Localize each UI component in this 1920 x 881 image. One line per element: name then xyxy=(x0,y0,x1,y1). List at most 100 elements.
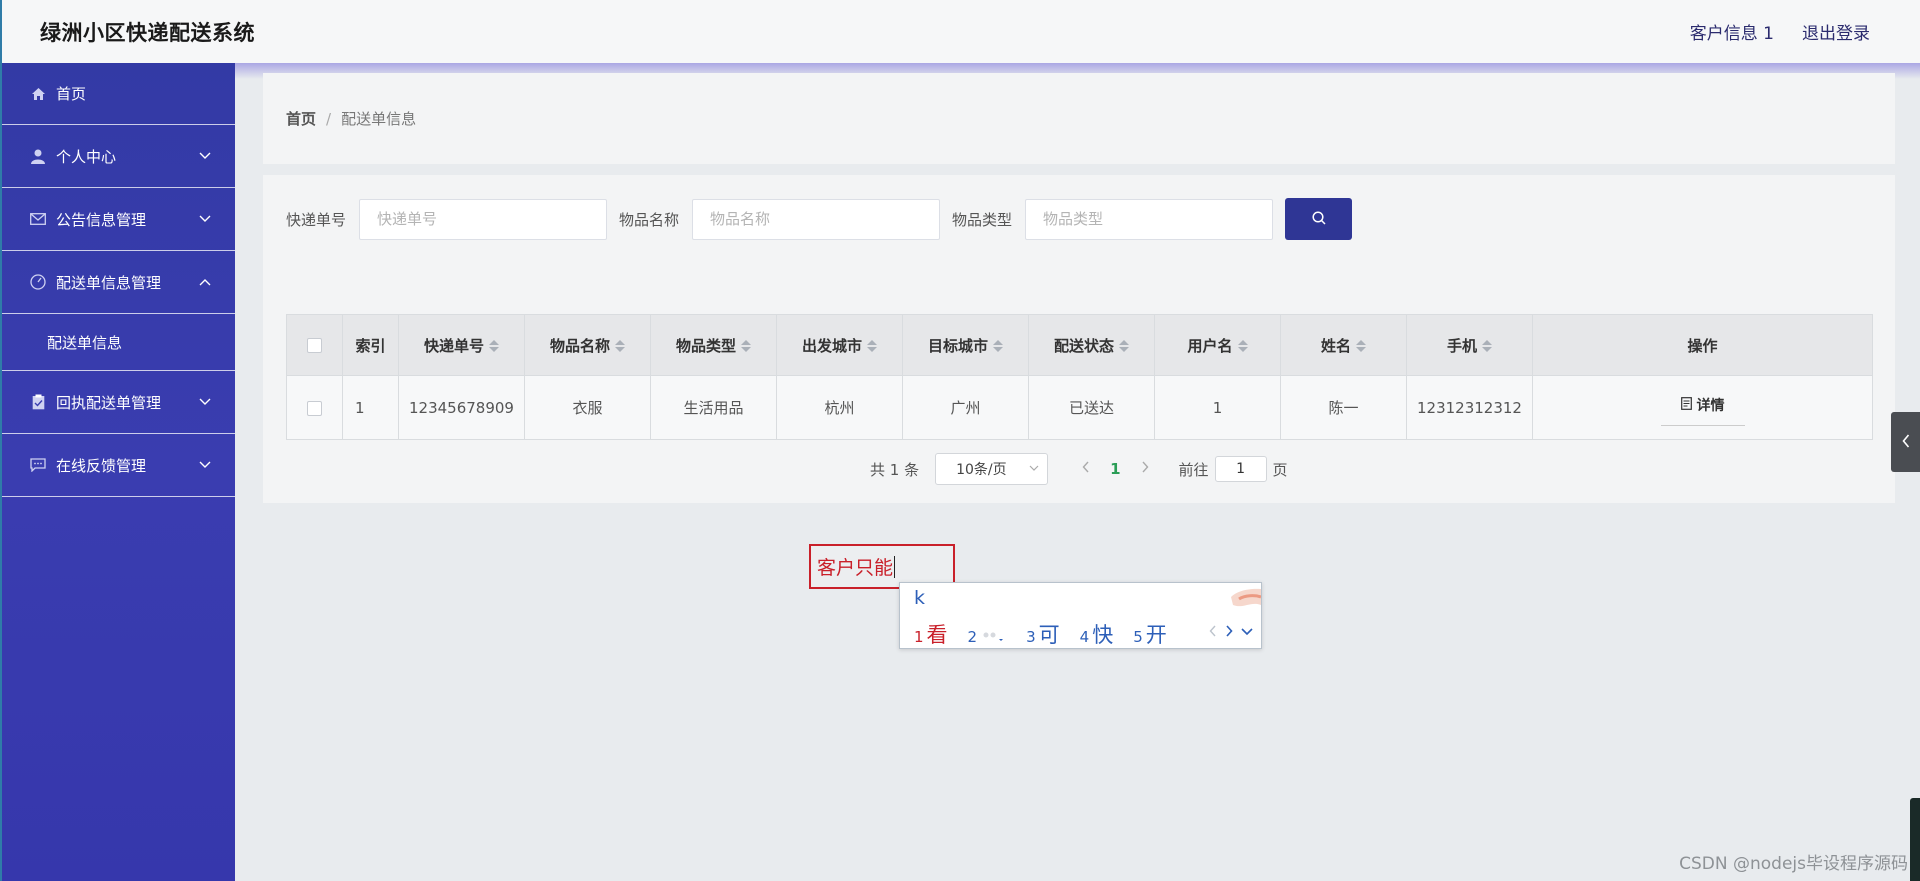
chevron-left-icon xyxy=(1901,433,1910,452)
breadcrumb-separator: / xyxy=(326,109,332,128)
select-all-checkbox[interactable] xyxy=(307,338,322,353)
ime-prev-icon[interactable] xyxy=(1209,623,1217,641)
sort-icon xyxy=(993,340,1003,352)
sort-icon xyxy=(489,340,499,352)
column-header-item-type[interactable]: 物品类型 xyxy=(650,314,777,376)
ime-expand-icon[interactable] xyxy=(1241,623,1253,641)
ime-candidate[interactable]: 1看 xyxy=(914,619,948,649)
search-button[interactable] xyxy=(1285,198,1353,240)
breadcrumb: 首页 / 配送单信息 xyxy=(263,73,1895,164)
sidebar-item-home[interactable]: 首页 xyxy=(2,63,235,125)
goto-prefix: 前往 xyxy=(1178,460,1209,479)
sidebar: 首页 个人中心 公告信息管理 配送单信息管理 配送单信息 回执配送单管理 在线反… xyxy=(0,63,235,881)
chevron-down-icon xyxy=(1029,462,1039,475)
sidebar-item-label: 在线反馈管理 xyxy=(56,456,147,475)
chevron-down-icon xyxy=(199,149,211,163)
select-all-cell xyxy=(286,314,343,376)
chevron-down-icon xyxy=(199,395,211,409)
clipboard-icon xyxy=(30,394,46,410)
emoji-icon xyxy=(980,623,1006,647)
goto-page-input[interactable] xyxy=(1214,456,1267,482)
page-number-current[interactable]: 1 xyxy=(1110,460,1120,478)
side-collapse-tab[interactable] xyxy=(1891,412,1920,472)
column-header-origin-city[interactable]: 出发城市 xyxy=(776,314,903,376)
cell-tracking-number: 12345678909 xyxy=(398,375,525,440)
tracking-number-input[interactable] xyxy=(359,198,608,240)
detail-button[interactable]: 详情 xyxy=(1660,389,1745,426)
table-header-row: 索引 快递单号 物品名称 物品类型 出发城市 目标城市 配送状态 用户名 姓名 … xyxy=(286,314,1873,376)
ime-next-icon[interactable] xyxy=(1225,623,1233,641)
column-header-username[interactable]: 用户名 xyxy=(1154,314,1281,376)
sort-icon xyxy=(1237,340,1248,352)
column-header-tracking-number[interactable]: 快递单号 xyxy=(398,314,525,376)
ime-candidate[interactable]: 5开 xyxy=(1133,619,1167,649)
item-name-input[interactable] xyxy=(692,198,941,240)
home-icon xyxy=(30,86,46,102)
sidebar-item-label: 个人中心 xyxy=(56,147,117,166)
column-header-destination-city[interactable]: 目标城市 xyxy=(902,314,1029,376)
sidebar-item-label: 回执配送单管理 xyxy=(56,393,162,412)
page-size-value: 10条/页 xyxy=(956,462,1007,478)
cell-username: 1 xyxy=(1154,375,1281,440)
ime-candidate-emoji[interactable]: 2 xyxy=(968,623,1007,647)
content-card: 快递单号 物品名称 物品类型 索引 快递单号 物品名称 物品类型 出发城市 目标… xyxy=(263,175,1895,503)
top-header: 绿洲小区快递配送系统 客户信息 1 退出登录 xyxy=(0,0,1920,63)
item-type-label: 物品类型 xyxy=(952,210,1013,229)
sidebar-item-receipt-management[interactable]: 回执配送单管理 xyxy=(2,371,235,434)
prev-page-icon[interactable] xyxy=(1082,461,1090,477)
gauge-icon xyxy=(30,274,46,290)
chevron-down-icon xyxy=(199,212,211,226)
pagination: 共 1 条 10条/页 1 前往 页 xyxy=(870,453,1288,485)
ime-candidate-window: k 1看 2 3可 4快 5开 xyxy=(899,582,1262,649)
cell-index: 1 xyxy=(342,375,399,440)
column-header-actions: 操作 xyxy=(1532,314,1873,376)
app-title: 绿洲小区快递配送系统 xyxy=(40,20,255,45)
sidebar-item-delivery-management[interactable]: 配送单信息管理 xyxy=(2,251,235,314)
watermark: CSDN @nodejs毕设程序源码 xyxy=(1679,854,1908,874)
chat-icon xyxy=(30,457,46,473)
text-caret xyxy=(894,555,896,578)
column-header-delivery-status[interactable]: 配送状态 xyxy=(1028,314,1155,376)
delivery-table: 索引 快递单号 物品名称 物品类型 出发城市 目标城市 配送状态 用户名 姓名 … xyxy=(286,314,1873,440)
cell-phone: 12312312312 xyxy=(1406,375,1533,440)
breadcrumb-current: 配送单信息 xyxy=(341,110,417,128)
sidebar-item-announcement[interactable]: 公告信息管理 xyxy=(2,188,235,251)
user-info-link[interactable]: 客户信息 1 xyxy=(1690,19,1774,44)
search-form: 快递单号 物品名称 物品类型 xyxy=(286,198,1353,240)
ime-candidate-list: 1看 2 3可 4快 5开 xyxy=(914,619,1187,649)
header-actions: 客户信息 1 退出登录 xyxy=(1690,19,1870,44)
ime-logo-icon xyxy=(1211,583,1262,619)
search-icon xyxy=(1311,210,1326,228)
column-header-phone[interactable]: 手机 xyxy=(1406,314,1533,376)
cell-destination-city: 广州 xyxy=(902,375,1029,440)
sidebar-item-label: 首页 xyxy=(56,85,87,103)
sidebar-item-delivery-info[interactable]: 配送单信息 xyxy=(2,314,235,371)
ime-candidate[interactable]: 3可 xyxy=(1026,619,1060,649)
chevron-down-icon xyxy=(199,458,211,472)
sort-icon xyxy=(867,340,877,352)
page-size-select[interactable]: 10条/页 xyxy=(935,453,1049,485)
cell-item-name: 衣服 xyxy=(524,375,651,440)
total-count: 共 1 条 xyxy=(870,460,920,479)
sidebar-item-label: 公告信息管理 xyxy=(56,210,147,229)
cell-item-type: 生活用品 xyxy=(650,375,777,440)
next-page-icon[interactable] xyxy=(1141,461,1149,477)
cell-origin-city: 杭州 xyxy=(776,375,903,440)
breadcrumb-home[interactable]: 首页 xyxy=(286,108,316,129)
sidebar-item-feedback[interactable]: 在线反馈管理 xyxy=(2,434,235,497)
user-icon xyxy=(30,148,46,164)
sort-icon xyxy=(1119,340,1129,352)
table-row: 1 12345678909 衣服 生活用品 杭州 广州 已送达 1 陈一 123… xyxy=(286,375,1873,440)
edge-widget xyxy=(1910,798,1920,881)
ime-composition: k xyxy=(914,587,926,609)
item-type-input[interactable] xyxy=(1025,198,1274,240)
column-header-name[interactable]: 姓名 xyxy=(1280,314,1407,376)
column-header-item-name[interactable]: 物品名称 xyxy=(524,314,651,376)
row-checkbox[interactable] xyxy=(307,400,322,416)
annotation-text: 客户只能 xyxy=(817,557,894,579)
chevron-up-icon xyxy=(199,275,211,289)
ime-candidate[interactable]: 4快 xyxy=(1080,619,1114,649)
sidebar-item-personal-center[interactable]: 个人中心 xyxy=(2,125,235,188)
logout-link[interactable]: 退出登录 xyxy=(1802,19,1870,44)
detail-label: 详情 xyxy=(1696,398,1725,414)
